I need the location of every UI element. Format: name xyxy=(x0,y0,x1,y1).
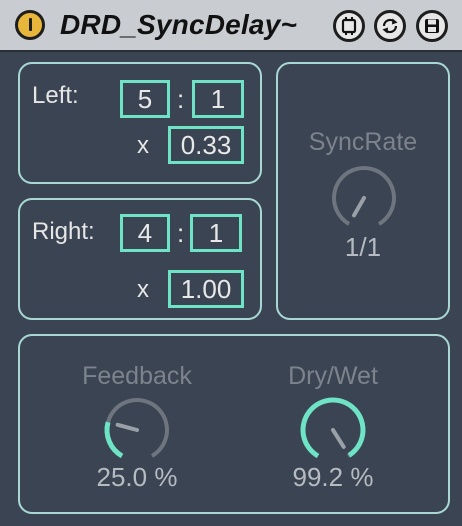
right-delay-panel: Right: 4 : 1 x 1.00 xyxy=(18,198,262,320)
syncrate-label: SyncRate xyxy=(308,128,418,156)
power-icon[interactable] xyxy=(15,10,45,40)
left-label: Left: xyxy=(32,82,79,109)
left-delay-panel: Left: 5 : 1 x 0.33 xyxy=(18,62,262,184)
left-multiplier-box[interactable]: 0.33 xyxy=(168,126,244,164)
syncrate-panel: SyncRate 1/1 xyxy=(276,62,450,320)
feedback-label: Feedback xyxy=(82,362,192,390)
hotswap-icon[interactable] xyxy=(374,10,406,42)
feedback-dial-needle xyxy=(115,422,139,432)
left-numerator-box[interactable]: 5 xyxy=(120,80,170,118)
left-denominator-box[interactable]: 1 xyxy=(192,80,244,118)
feedback-dial[interactable] xyxy=(97,394,177,464)
right-multiplier-label: x xyxy=(137,276,149,303)
drywet-dial[interactable] xyxy=(293,394,373,464)
device: DRD_SyncDelay~ Left: 5: 1 x 0.33 Right:… xyxy=(0,0,462,526)
left-separator: : xyxy=(177,84,185,114)
drywet-value: 99.2 % xyxy=(292,462,374,492)
drywet-dial-needle xyxy=(331,428,346,449)
left-multiplier-label: x xyxy=(137,132,149,159)
drywet-dial-fill xyxy=(300,397,366,459)
drywet-label: Dry/Wet xyxy=(288,362,378,390)
device-title: DRD_SyncDelay~ xyxy=(60,9,298,40)
syncrate-dial-needle xyxy=(352,196,366,218)
right-label: Right: xyxy=(32,218,95,245)
save-icon[interactable] xyxy=(416,10,448,42)
syncrate-dial[interactable] xyxy=(324,162,404,232)
mix-panel: Feedback 25.0 % Dry/Wet 99.2 % xyxy=(18,334,450,514)
right-separator: : xyxy=(177,218,185,248)
feedback-value: 25.0 % xyxy=(96,462,178,492)
syncrate-value: 1/1 xyxy=(344,232,382,262)
right-numerator-box[interactable]: 4 xyxy=(120,214,170,252)
title-bar: DRD_SyncDelay~ xyxy=(0,0,462,52)
right-multiplier-box[interactable]: 1.00 xyxy=(168,270,244,308)
syncrate-dial-track xyxy=(332,166,396,226)
right-denominator-box[interactable]: 1 xyxy=(190,214,242,252)
freeze-icon[interactable] xyxy=(333,10,365,42)
